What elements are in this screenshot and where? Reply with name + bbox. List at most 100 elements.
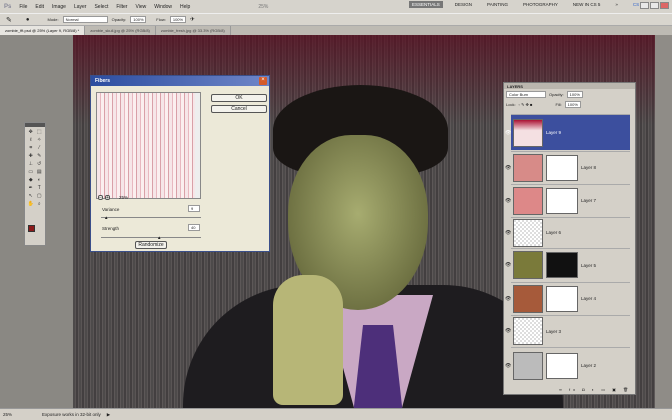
blur-tool-icon[interactable]: ◆ — [27, 177, 35, 184]
blend-mode-dropdown[interactable]: Color Burn — [506, 91, 546, 98]
foreground-color-swatch[interactable] — [28, 225, 35, 232]
tab-zombie-fft[interactable]: zombie_fft.psd @ 25% (Layer 9, RGB/8) * — [0, 26, 86, 35]
close-button[interactable] — [660, 2, 669, 9]
marquee-tool-icon[interactable]: ⬚ — [36, 129, 44, 136]
menu-view[interactable]: View — [135, 4, 146, 10]
menu-file[interactable]: File — [19, 4, 27, 10]
layer-row[interactable]: 👁 Layer 9 — [505, 114, 630, 150]
canvas-scroll-gutter[interactable] — [655, 35, 672, 408]
layers-footer-icons[interactable]: ∞ fx ◘ ◐ ▭ ▣ 🗑 — [559, 387, 631, 392]
workspace-switcher: ESSENTIALS DESIGN PAINTING PHOTOGRAPHY N… — [409, 1, 652, 8]
visibility-eye-icon[interactable]: 👁 — [505, 296, 511, 302]
layer-mask-thumbnail[interactable] — [546, 352, 578, 379]
zoom-level-dropdown[interactable]: 25% — [258, 4, 268, 10]
visibility-eye-icon[interactable]: 👁 — [505, 165, 511, 171]
lock-icons[interactable]: ▫ ✎ ✥ ■ — [519, 102, 533, 107]
visibility-eye-icon[interactable]: 👁 — [505, 198, 511, 204]
pen-tool-icon[interactable]: ✒ — [27, 185, 35, 192]
menu-image[interactable]: Image — [52, 4, 66, 10]
brush-size-icon[interactable]: ● — [26, 17, 30, 23]
layer-thumbnail — [513, 153, 543, 182]
zoom-tool-icon[interactable]: ⌕ — [36, 201, 44, 208]
hand — [273, 275, 343, 405]
layer-row[interactable]: 👁 Layer 8 — [505, 151, 630, 183]
lasso-tool-icon[interactable]: ℓ — [27, 137, 35, 144]
layer-row[interactable]: 👁 Layer 7 — [505, 184, 630, 216]
status-zoom[interactable]: 25% — [3, 412, 12, 417]
close-icon[interactable]: × — [259, 77, 267, 85]
eraser-icon[interactable]: ▭ — [27, 169, 35, 176]
layer-mask-thumbnail[interactable] — [546, 187, 578, 214]
zoom-out-button[interactable]: − — [98, 195, 103, 201]
brush-tool-icon[interactable]: ✎ — [36, 153, 44, 160]
menu-filter[interactable]: Filter — [116, 4, 127, 10]
layer-thumbnail — [513, 251, 543, 279]
eyedropper-icon[interactable]: ⁄ — [36, 145, 44, 152]
layer-mask-thumbnail[interactable] — [546, 154, 578, 181]
visibility-eye-icon[interactable]: 👁 — [505, 363, 511, 369]
opacity-input[interactable]: 100% — [130, 16, 147, 23]
layer-mask-thumbnail[interactable] — [546, 285, 578, 312]
mode-dropdown[interactable]: Normal — [62, 16, 108, 23]
layer-row[interactable]: 👁 Layer 3 — [505, 315, 630, 346]
variance-input[interactable]: 9 — [188, 205, 200, 212]
variance-slider[interactable] — [101, 217, 201, 218]
preview-scrollbar[interactable] — [195, 93, 200, 198]
brush-tool-icon[interactable]: ✎ — [6, 16, 12, 24]
workspace-new-in-cs5[interactable]: NEW IN CS 5 — [570, 1, 604, 8]
path-select-icon[interactable]: ↖ — [27, 193, 35, 200]
layer-row[interactable]: 👁 Layer 2 — [505, 347, 630, 383]
ok-button[interactable]: OK — [211, 94, 267, 102]
workspace-more[interactable]: » — [612, 1, 621, 8]
workspace-design[interactable]: DESIGN — [452, 1, 475, 8]
zoom-in-button[interactable]: + — [105, 195, 110, 201]
menu-layer[interactable]: Layer — [74, 4, 87, 10]
layer-thumbnail — [513, 284, 543, 313]
variance-slider-thumb[interactable]: ▲ — [104, 215, 108, 220]
menu-help[interactable]: Help — [180, 4, 190, 10]
cancel-button[interactable]: Cancel — [211, 105, 267, 113]
workspace-essentials[interactable]: ESSENTIALS — [409, 1, 443, 8]
menu-select[interactable]: Select — [94, 4, 108, 10]
minimize-button[interactable] — [640, 2, 649, 9]
fill-input[interactable]: 100% — [564, 101, 581, 108]
crop-tool-icon[interactable]: ⌗ — [27, 145, 35, 152]
strength-input[interactable]: 40 — [188, 224, 200, 231]
layer-name: Layer 9 — [546, 130, 562, 135]
layer-thumbnail — [513, 186, 543, 215]
visibility-eye-icon[interactable]: 👁 — [505, 328, 511, 334]
status-arrow-icon[interactable]: ▶ — [107, 412, 110, 418]
layer-mask-thumbnail[interactable] — [546, 252, 578, 278]
quick-select-icon[interactable]: ✧ — [36, 137, 44, 144]
maximize-button[interactable] — [650, 2, 659, 9]
flow-input[interactable]: 100% — [169, 16, 186, 23]
menu-edit[interactable]: Edit — [35, 4, 44, 10]
clone-stamp-icon[interactable]: ⊥ — [27, 161, 35, 168]
tab-zombie-fresh[interactable]: zombie_fresh.jpg @ 33.3% (RGB/8) — [156, 26, 231, 35]
layer-name: Layer 2 — [581, 363, 597, 368]
strength-slider-thumb[interactable]: ▲ — [157, 235, 161, 240]
history-brush-icon[interactable]: ↺ — [36, 161, 44, 168]
move-tool-icon[interactable]: ✥ — [27, 129, 35, 136]
visibility-eye-icon[interactable]: 👁 — [505, 230, 511, 236]
layer-opacity-input[interactable]: 100% — [566, 91, 583, 98]
tab-zombie-skull[interactable]: zombie_skull.jpg @ 25% (RGB/8) — [85, 26, 156, 35]
gradient-tool-icon[interactable]: ▤ — [36, 169, 44, 176]
menu-window[interactable]: Window — [154, 4, 172, 10]
dodge-tool-icon[interactable]: ◐ — [36, 177, 44, 184]
layer-row[interactable]: 👁 Layer 4 — [505, 282, 630, 314]
visibility-eye-icon[interactable]: 👁 — [505, 130, 511, 136]
type-tool-icon[interactable]: T — [36, 185, 44, 192]
visibility-eye-icon[interactable]: 👁 — [505, 262, 511, 268]
hand-tool-icon[interactable]: ✋ — [27, 201, 35, 208]
airbrush-icon[interactable]: ✈ — [190, 16, 195, 23]
randomize-button[interactable]: Randomize — [135, 241, 167, 249]
shape-tool-icon[interactable]: ▢ — [36, 193, 44, 200]
filter-preview[interactable] — [96, 92, 201, 199]
layer-row[interactable]: 👁 Layer 5 — [505, 248, 630, 281]
healing-brush-icon[interactable]: ✚ — [27, 153, 35, 160]
layer-row[interactable]: 👁 Layer 6 — [505, 217, 630, 247]
workspace-painting[interactable]: PAINTING — [484, 1, 511, 8]
workspace-photography[interactable]: PHOTOGRAPHY — [520, 1, 561, 8]
strength-slider[interactable] — [101, 237, 201, 238]
